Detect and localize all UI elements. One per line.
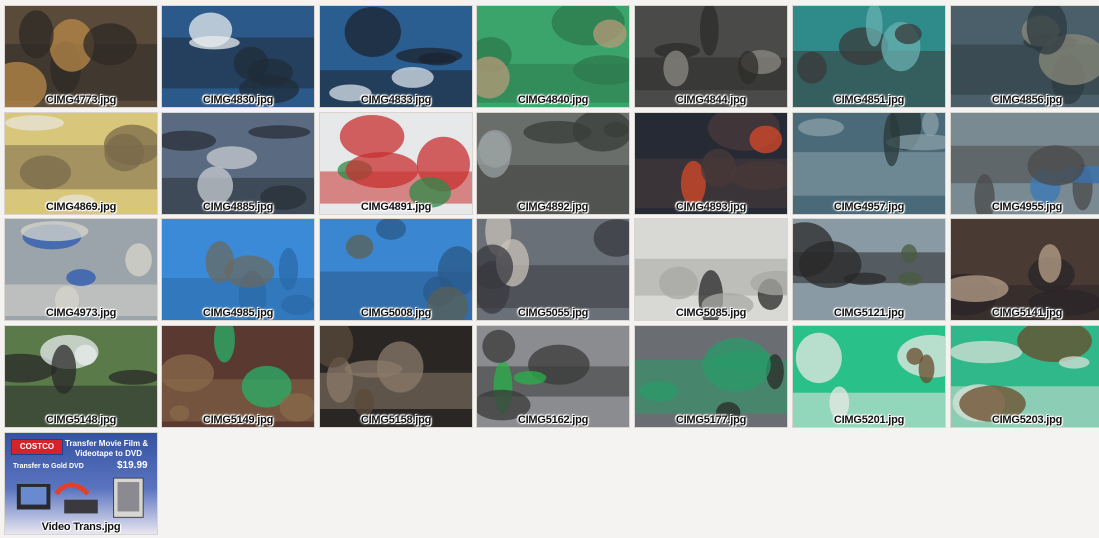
thumbnail-caption: CIMG5201.jpg xyxy=(833,414,905,426)
thumbnail-caption: CIMG5177.jpg xyxy=(675,414,747,426)
thumbnail-caption: CIMG4830.jpg xyxy=(202,94,274,106)
thumbnail-caption: CIMG5149.jpg xyxy=(202,414,274,426)
photo-scene xyxy=(477,6,629,107)
photo-scene xyxy=(5,6,157,107)
thumbnail-video-transfer-ad[interactable]: COSTCO Transfer Movie Film & Videotape to … xyxy=(4,432,158,535)
photo-scene xyxy=(951,6,1099,107)
thumbnail-caption: CIMG4851.jpg xyxy=(833,94,905,106)
thumbnail[interactable]: CIMG5008.jpg xyxy=(319,218,473,321)
photo-scene xyxy=(951,113,1099,214)
thumbnail-caption: CIMG4840.jpg xyxy=(517,94,589,106)
thumbnail-caption: CIMG5203.jpg xyxy=(991,414,1063,426)
photo-scene xyxy=(635,219,787,320)
thumbnail[interactable]: CIMG5148.jpg xyxy=(4,325,158,428)
thumbnail-caption: CIMG4856.jpg xyxy=(991,94,1063,106)
thumbnail[interactable]: CIMG4891.jpg xyxy=(319,112,473,215)
photo-scene xyxy=(162,113,314,214)
photo-scene xyxy=(320,6,472,107)
thumbnail-caption: CIMG4844.jpg xyxy=(675,94,747,106)
thumbnail[interactable]: CIMG4885.jpg xyxy=(161,112,315,215)
thumbnail[interactable]: CIMG4957.jpg xyxy=(792,112,946,215)
thumbnail-caption: CIMG4973.jpg xyxy=(45,307,117,319)
photo-scene xyxy=(951,219,1099,320)
thumbnail[interactable]: CIMG5085.jpg xyxy=(634,218,788,321)
thumbnail[interactable]: CIMG4869.jpg xyxy=(4,112,158,215)
thumbnail[interactable]: CIMG4773.jpg xyxy=(4,5,158,108)
thumbnail-caption: CIMG4957.jpg xyxy=(833,201,905,213)
thumbnail[interactable]: CIMG5201.jpg xyxy=(792,325,946,428)
photo-scene xyxy=(793,219,945,320)
photo-scene xyxy=(5,113,157,214)
thumbnail-caption: CIMG5085.jpg xyxy=(675,307,747,319)
thumbnail-caption: CIMG4773.jpg xyxy=(45,94,117,106)
thumbnail-caption: CIMG5162.jpg xyxy=(517,414,589,426)
thumbnail-caption: CIMG5158.jpg xyxy=(360,414,432,426)
thumbnail[interactable]: CIMG4844.jpg xyxy=(634,5,788,108)
thumbnail[interactable]: CIMG5121.jpg xyxy=(792,218,946,321)
photo-scene xyxy=(162,6,314,107)
thumbnail[interactable]: CIMG5177.jpg xyxy=(634,325,788,428)
thumbnail-caption: CIMG4869.jpg xyxy=(45,201,117,213)
thumbnail-caption: CIMG4892.jpg xyxy=(517,201,589,213)
photo-scene xyxy=(162,326,314,427)
photo-scene xyxy=(477,113,629,214)
photo-scene xyxy=(320,113,472,214)
photo-scene xyxy=(793,326,945,427)
thumbnail[interactable]: CIMG4830.jpg xyxy=(161,5,315,108)
thumbnail-caption: CIMG5055.jpg xyxy=(517,307,589,319)
contact-sheet: CIMG4773.jpg CIMG4830.jpg CIMG4833.jpg CIMG… xyxy=(0,0,1099,538)
thumbnail[interactable]: CIMG5162.jpg xyxy=(476,325,630,428)
thumbnail-caption: CIMG4985.jpg xyxy=(202,307,274,319)
photo-scene xyxy=(951,326,1099,427)
thumbnail-caption: CIMG4891.jpg xyxy=(360,201,432,213)
thumbnail[interactable]: CIMG5203.jpg xyxy=(950,325,1099,428)
thumbnail[interactable]: CIMG4856.jpg xyxy=(950,5,1099,108)
photo-scene xyxy=(320,219,472,320)
video-devices-icon xyxy=(16,477,144,518)
thumbnail[interactable]: CIMG5158.jpg xyxy=(319,325,473,428)
thumbnail-caption: CIMG4893.jpg xyxy=(675,201,747,213)
photo-scene xyxy=(5,326,157,427)
thumbnail[interactable]: CIMG4840.jpg xyxy=(476,5,630,108)
thumbnail-caption: CIMG5148.jpg xyxy=(45,414,117,426)
thumbnail[interactable]: CIMG5141.jpg xyxy=(950,218,1099,321)
photo-scene xyxy=(793,6,945,107)
photo-scene xyxy=(162,219,314,320)
photo-scene xyxy=(635,6,787,107)
thumbnail[interactable]: CIMG4851.jpg xyxy=(792,5,946,108)
thumbnail[interactable]: CIMG4833.jpg xyxy=(319,5,473,108)
photo-scene xyxy=(635,113,787,214)
thumbnail[interactable]: CIMG4973.jpg xyxy=(4,218,158,321)
thumbnail[interactable]: CIMG5149.jpg xyxy=(161,325,315,428)
photo-scene xyxy=(635,326,787,427)
photo-scene xyxy=(477,219,629,320)
thumbnail-caption: CIMG5141.jpg xyxy=(991,307,1063,319)
thumbnail-caption: CIMG4833.jpg xyxy=(360,94,432,106)
thumbnail-caption: CIMG5121.jpg xyxy=(833,307,905,319)
thumbnail[interactable]: CIMG5055.jpg xyxy=(476,218,630,321)
thumbnail[interactable]: CIMG4892.jpg xyxy=(476,112,630,215)
thumbnail[interactable]: CIMG4985.jpg xyxy=(161,218,315,321)
thumbnail-caption: CIMG4885.jpg xyxy=(202,201,274,213)
thumbnail-caption: CIMG5008.jpg xyxy=(360,307,432,319)
thumbnail[interactable]: CIMG4955.jpg xyxy=(950,112,1099,215)
thumbnail-caption: CIMG4955.jpg xyxy=(991,201,1063,213)
thumbnail[interactable]: CIMG4893.jpg xyxy=(634,112,788,215)
photo-scene xyxy=(5,219,157,320)
photo-scene xyxy=(320,326,472,427)
photo-scene xyxy=(793,113,945,214)
photo-scene xyxy=(477,326,629,427)
thumbnail-caption: Video Trans.jpg xyxy=(41,521,121,533)
